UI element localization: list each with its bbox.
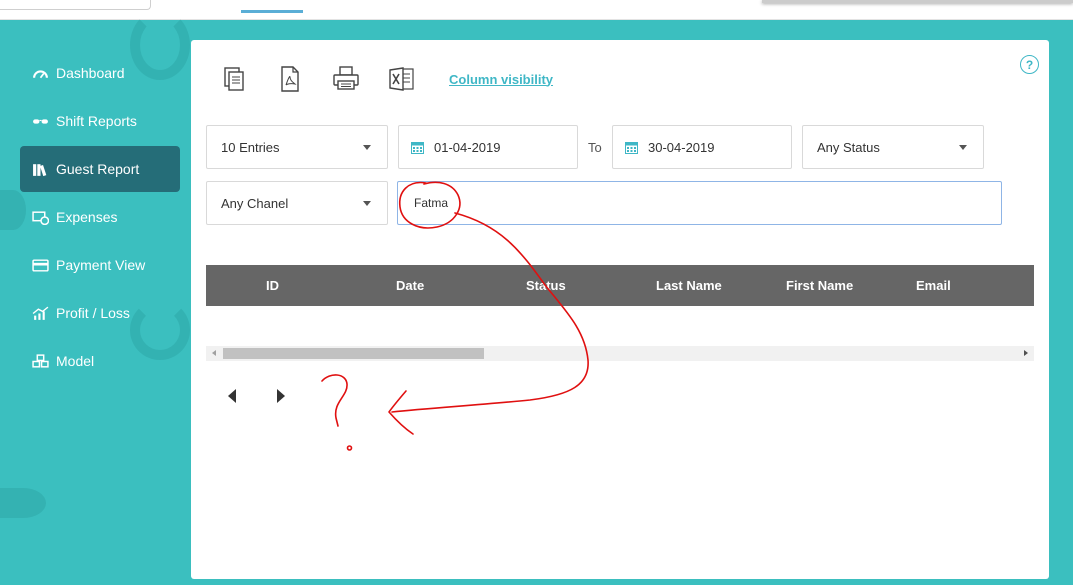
copy-icon [224,67,244,91]
sidebar-item-label: Guest Report [56,161,140,177]
previous-page-button[interactable] [224,387,240,405]
entries-select-value: 10 Entries [221,139,280,155]
excel-button[interactable] [387,64,417,94]
help-icon[interactable]: ? [1020,55,1039,74]
top-search-field[interactable] [0,0,151,10]
dashboard-gauge-icon [31,65,49,81]
channel-select[interactable]: Any Chanel [206,181,388,225]
column-visibility-link[interactable]: Column visibility [449,72,553,87]
sidebar-item-model[interactable]: Model [20,338,180,384]
cubes-icon [31,353,49,369]
print-button[interactable] [331,64,361,94]
dropdown-edge [762,0,1073,3]
sidebar-item-expenses[interactable]: Expenses [20,194,180,240]
sidebar-item-label: Payment View [56,257,146,273]
date-from-value: 01-04-2019 [434,139,501,155]
sidebar-item-label: Shift Reports [56,113,137,129]
sidebar: Dashboard Shift Reports Guest Report Exp… [20,50,180,386]
column-header-id[interactable]: ID [266,278,279,293]
date-to-value: 30-04-2019 [648,139,715,155]
triangle-right-icon [277,389,285,403]
entries-select[interactable]: 10 Entries [206,125,388,169]
column-header-date[interactable]: Date [396,278,424,293]
books-icon [31,161,49,177]
sidebar-item-label: Dashboard [56,65,125,81]
sidebar-item-label: Profit / Loss [56,305,130,321]
guest-report-panel: ? Column visibility 10 Entries 01-04-201… [191,40,1049,579]
status-select-value: Any Status [817,139,880,155]
sidebar-item-payment-view[interactable]: Payment View [20,242,180,288]
sidebar-item-shift-reports[interactable]: Shift Reports [20,98,180,144]
next-page-button[interactable] [273,387,289,405]
search-input-value: Fatma [414,196,449,210]
pdf-icon [281,66,299,92]
scrollbar-thumb[interactable] [223,348,484,359]
chevron-down-icon [363,201,371,206]
chart-growth-icon [31,305,49,321]
money-icon [31,209,49,225]
triangle-left-icon [228,389,236,403]
status-select[interactable]: Any Status [802,125,984,169]
print-icon [333,66,359,90]
column-header-first-name[interactable]: First Name [786,278,853,293]
search-input[interactable]: Fatma [397,181,1002,225]
export-toolbar: Column visibility [219,64,553,94]
sidebar-item-label: Expenses [56,209,118,225]
pdf-button[interactable] [275,64,305,94]
date-to-field[interactable]: 30-04-2019 [612,125,792,169]
column-header-status[interactable]: Status [526,278,566,293]
sidebar-item-profit-loss[interactable]: Profit / Loss [20,290,180,336]
sidebar-item-dashboard[interactable]: Dashboard [20,50,180,96]
chevron-down-icon [959,145,967,150]
scroll-left-icon[interactable] [212,350,216,356]
credit-card-icon [31,257,49,273]
sidebar-item-guest-report[interactable]: Guest Report [20,146,180,192]
channel-select-value: Any Chanel [221,195,289,211]
column-header-email[interactable]: Email [916,278,951,293]
calendar-icon [625,141,638,154]
table-header: ID Date Status Last Name First Name Emai… [206,265,1034,306]
date-range-to-label: To [588,140,602,155]
background-decoration [0,488,46,518]
glasses-icon [31,113,49,129]
sidebar-item-label: Model [56,353,95,369]
date-from-field[interactable]: 01-04-2019 [398,125,578,169]
copy-button[interactable] [219,64,249,94]
excel-icon [389,67,414,91]
active-tab-indicator [241,10,303,13]
scroll-right-icon[interactable] [1024,350,1028,356]
calendar-icon [411,141,424,154]
column-header-last-name[interactable]: Last Name [656,278,722,293]
chevron-down-icon [363,145,371,150]
horizontal-scrollbar[interactable] [206,346,1034,361]
